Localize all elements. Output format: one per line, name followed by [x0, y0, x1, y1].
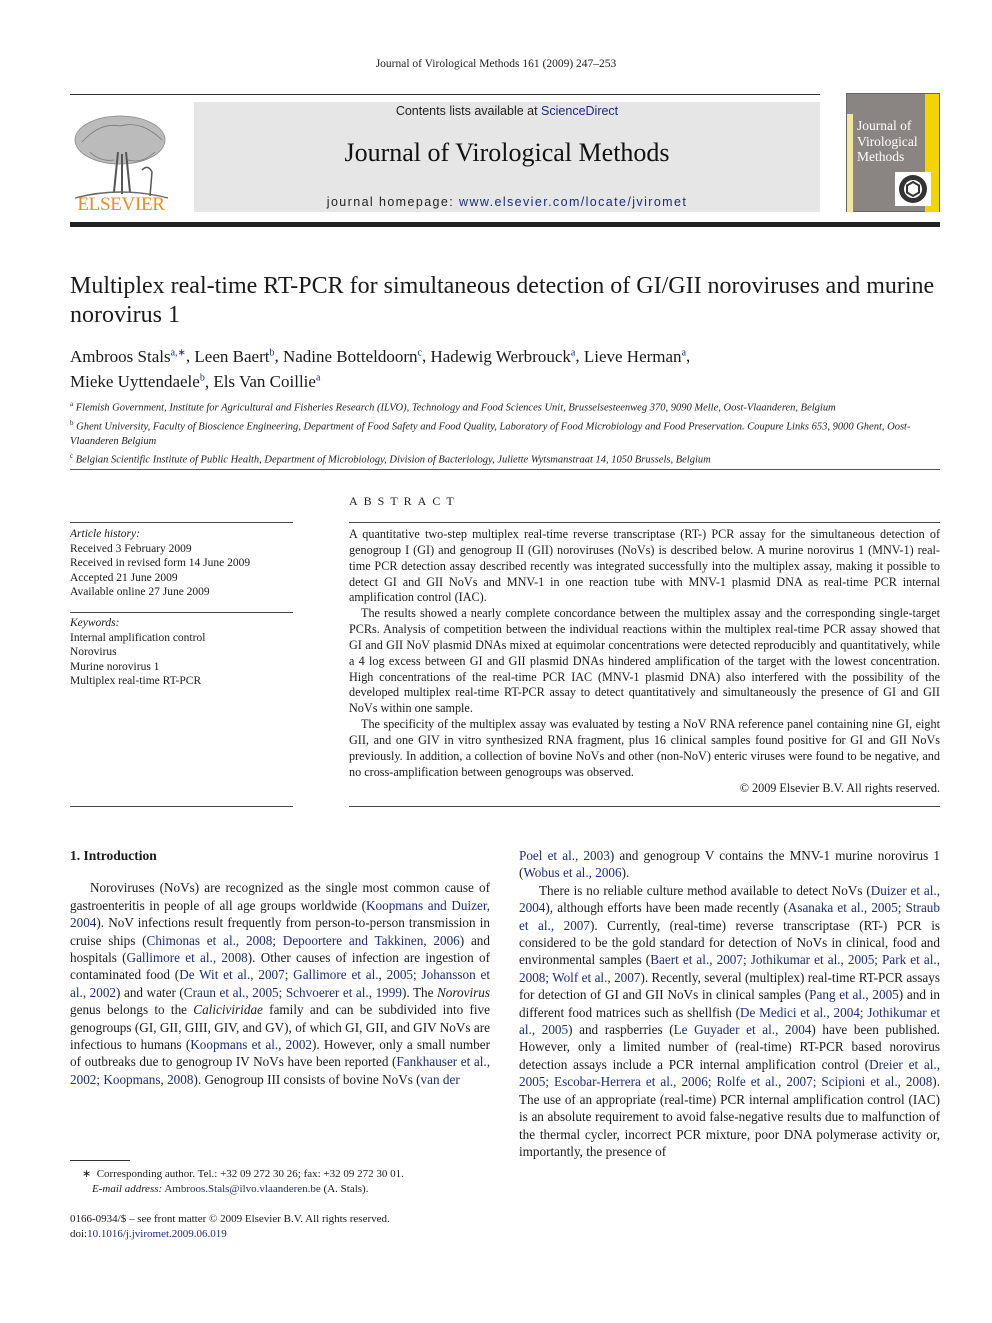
keyword: Norovirus [70, 646, 117, 659]
sidebar-bottom-divider [70, 806, 293, 807]
history-item: Accepted 21 June 2009 [70, 571, 178, 584]
corresponding-author-footnote: ∗ Corresponding author. Tel.: +32 09 272… [82, 1168, 404, 1195]
contents-availability: Contents lists available at ScienceDirec… [395, 104, 619, 118]
history-item: Received 3 February 2009 [70, 542, 192, 555]
citation-link[interactable]: Chimonas et al., 2008; Depoortere and Ta… [147, 933, 460, 948]
body-column-right: Poel et al., 2003) and genogroup V conta… [519, 847, 940, 1160]
author-list: Ambroos Stalsa,∗, Leen Baertb, Nadine Bo… [70, 346, 691, 392]
abstract-paragraph: A quantitative two-step multiplex real-t… [349, 527, 940, 605]
abstract-paragraph: The specificity of the multiplex assay w… [349, 717, 940, 779]
body-paragraph: Poel et al., 2003) and genogroup V conta… [519, 848, 940, 881]
affiliation: c Belgian Scientific Institute of Public… [70, 451, 711, 466]
author[interactable]: Lieve Hermana [584, 347, 686, 366]
citation-link[interactable]: Gallimore et al., 2008 [127, 950, 248, 965]
author[interactable]: Ambroos Stalsa,∗ [70, 347, 186, 366]
author[interactable]: Els Van Coilliea [213, 372, 320, 391]
article-title: Multiplex real-time RT-PCR for simultane… [70, 273, 935, 328]
citation-link[interactable]: Wobus et al., 2006 [523, 865, 621, 880]
abstract-heading: ABSTRACT [349, 494, 460, 508]
virus-emblem-icon [895, 172, 931, 206]
affiliations: a Flemish Government, Institute for Agri… [70, 397, 940, 468]
abstract-copyright: © 2009 Elsevier B.V. All rights reserved… [739, 780, 940, 795]
author[interactable]: Leen Baertb [194, 347, 274, 366]
body-paragraph: There is no reliable culture method avai… [519, 882, 941, 1159]
abstract-top-divider [349, 522, 940, 523]
citation-link[interactable]: Craun et al., 2005; Schvoerer et al., 19… [184, 985, 402, 1000]
doi-line: doi:10.1016/j.jviromet.2009.06.019 [70, 1227, 227, 1240]
author[interactable]: Mieke Uyttendaeleb [70, 372, 205, 391]
abstract-bottom-divider [349, 806, 940, 807]
affiliation: a Flemish Government, Institute for Agri… [70, 400, 836, 414]
citation-link[interactable]: Poel et al., 2003 [519, 848, 610, 863]
journal-title: Journal of Virological Methods [344, 138, 670, 167]
keyword: Internal amplification control [70, 631, 206, 644]
citation-link[interactable]: Baert et al., 2007; Jothikumar et al., 2… [519, 952, 940, 984]
affiliation: b Ghent University, Faculty of Bioscienc… [70, 418, 911, 447]
article-history: Article history: Received 3 February 200… [70, 528, 251, 599]
journal-banner: Contents lists available at ScienceDirec… [194, 102, 820, 212]
affiliation-divider [70, 469, 940, 470]
elsevier-wordmark: ELSEVIER [77, 194, 165, 215]
citation-link[interactable]: Koopmans and Duizer, 2004 [70, 898, 490, 930]
cover-title: Journal of Virological Methods [857, 118, 918, 164]
body-column-left: 1. Introduction Noroviruses (NoVs) are r… [70, 847, 490, 1088]
citation-link[interactable]: van der [421, 1072, 460, 1087]
journal-cover-thumbnail: Journal of Virological Methods [846, 93, 940, 212]
sciencedirect-link[interactable]: ScienceDirect [541, 104, 618, 118]
article-info-divider [70, 522, 293, 523]
doi-link[interactable]: 10.1016/j.jviromet.2009.06.019 [87, 1228, 227, 1240]
front-matter: 0166-0934/$ – see front matter © 2009 El… [70, 1212, 490, 1241]
citation-link[interactable]: Dreier et al., 2005; Escobar-Herrera et … [519, 1057, 940, 1089]
issn-line: 0166-0934/$ – see front matter © 2009 El… [70, 1213, 390, 1225]
citation-link[interactable]: Pang et al., 2005 [809, 987, 899, 1002]
running-head: Journal of Virological Methods 161 (2009… [375, 58, 617, 70]
italic-term: Norovirus [437, 984, 491, 1000]
citation-link[interactable]: Le Guyader et al., 2004 [674, 1022, 812, 1037]
abstract-paragraph: The results showed a nearly complete con… [349, 606, 940, 716]
keyword: Multiplex real-time RT-PCR [70, 675, 202, 688]
author[interactable]: Hadewig Werbroucka [430, 347, 575, 366]
section-heading-introduction: 1. Introduction [70, 848, 157, 863]
cover-left-strip [847, 114, 853, 212]
body-paragraph: Noroviruses (NoVs) are recognized as the… [70, 880, 491, 1087]
history-item: Available online 27 June 2009 [70, 586, 210, 599]
header-top-rule [70, 94, 820, 95]
journal-homepage: journal homepage: www.elsevier.com/locat… [326, 195, 688, 209]
author[interactable]: Nadine Botteldoornc [283, 347, 422, 366]
abstract-body: A quantitative two-step multiplex real-t… [349, 527, 940, 796]
citation-link[interactable]: Asanaka et al., 2005; Straub et al., 200… [519, 900, 940, 932]
keywords-divider [70, 612, 293, 613]
footnote-divider [70, 1160, 130, 1161]
italic-term: Caliciviridae [193, 1002, 263, 1018]
header-bottom-rule [70, 222, 940, 227]
history-item: Received in revised form 14 June 2009 [70, 557, 251, 570]
keyword: Murine norovirus 1 [70, 660, 160, 673]
author-email-link[interactable]: Ambroos.Stals@ilvo.vlaanderen.be [164, 1183, 320, 1195]
keywords: Keywords: Internal amplification control… [70, 617, 206, 688]
journal-homepage-link[interactable]: www.elsevier.com/locate/jviromet [459, 195, 687, 209]
citation-link[interactable]: Koopmans et al., 2002 [190, 1037, 312, 1052]
